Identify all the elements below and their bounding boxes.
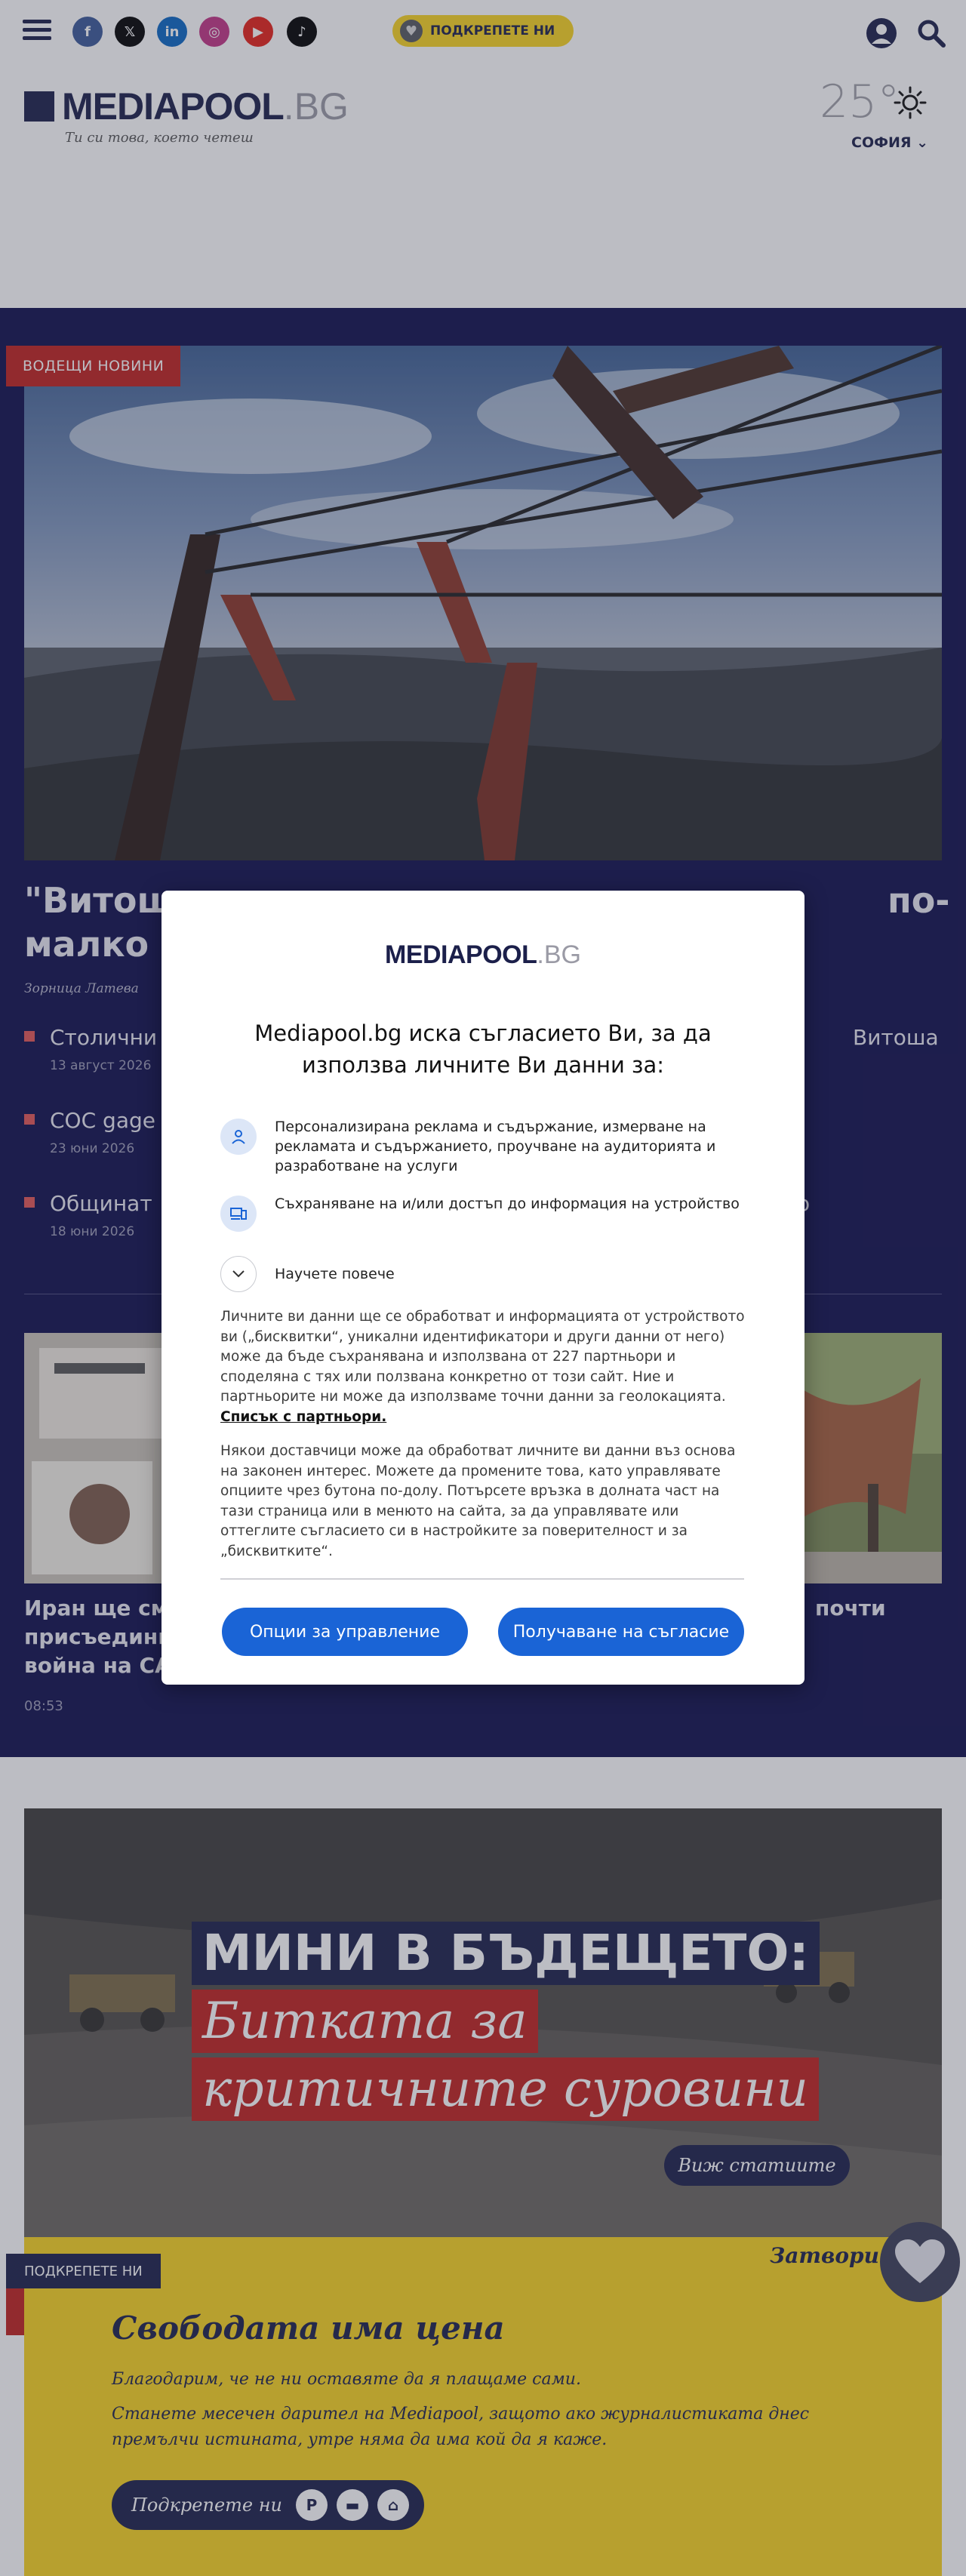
learn-more-label: Научете повече — [275, 1266, 395, 1282]
learn-more-toggle[interactable]: Научете повече — [220, 1256, 395, 1292]
consent-purpose-text: Съхраняване на и/или достъп до информаци… — [275, 1196, 740, 1212]
consent-logo-tld: .BG — [537, 940, 581, 969]
consent-purpose: Персонализирана реклама и съдържание, из… — [220, 1119, 749, 1176]
consent-purpose: Съхраняване на и/или достъп до информаци… — [220, 1196, 749, 1232]
accept-consent-button[interactable]: Получаване на съгласие — [498, 1608, 744, 1656]
device-icon — [220, 1196, 257, 1232]
consent-heading: Mediapool.bg иска съгласието Ви, за да и… — [254, 1020, 712, 1078]
manage-options-button[interactable]: Опции за управление — [222, 1608, 468, 1656]
consent-logo: MEDIAPOOL.BG — [162, 940, 804, 970]
consent-dialog: MEDIAPOOL.BG Mediapool.bg иска съгласиет… — [162, 891, 804, 1685]
chevron-down-icon — [220, 1256, 257, 1292]
consent-body-paragraph: Личните ви данни ще се обработват и инфо… — [220, 1309, 745, 1405]
consent-legit-interest-text: Някои доставчици може да обработват личн… — [220, 1443, 736, 1559]
consent-body-text: Личните ви данни ще се обработват и инфо… — [220, 1307, 749, 1427]
consent-logo-name: MEDIAPOOL — [385, 940, 537, 969]
consent-separator — [220, 1578, 744, 1580]
person-icon — [220, 1119, 257, 1155]
partners-list-link[interactable]: Списък с партньори. — [220, 1409, 386, 1425]
consent-purpose-text: Персонализирана реклама и съдържание, из… — [275, 1119, 716, 1174]
